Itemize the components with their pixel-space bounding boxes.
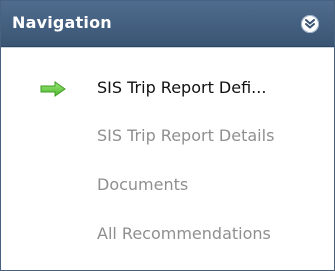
green-arrow-right-icon xyxy=(40,81,66,97)
collapse-button[interactable] xyxy=(301,15,319,33)
nav-item-label: All Recommendations xyxy=(97,224,271,243)
navigation-title: Navigation xyxy=(12,13,112,32)
nav-item-documents[interactable]: Documents xyxy=(1,165,334,205)
nav-item-sis-trip-report-details[interactable]: SIS Trip Report Details xyxy=(1,116,334,156)
navigation-list: SIS Trip Report Defi... SIS Trip Report … xyxy=(1,47,334,271)
nav-item-all-recommendations[interactable]: All Recommendations xyxy=(1,214,334,254)
nav-item-sis-trip-report-definition[interactable]: SIS Trip Report Defi... xyxy=(1,68,334,108)
navigation-header: Navigation xyxy=(1,1,334,47)
navigation-panel: Navigation SIS Trip Report Defi... SIS T… xyxy=(0,0,335,271)
nav-item-label: SIS Trip Report Details xyxy=(97,126,275,145)
nav-item-label: SIS Trip Report Defi... xyxy=(97,78,267,97)
nav-item-label: Documents xyxy=(97,175,189,194)
double-chevron-down-icon xyxy=(305,19,315,29)
